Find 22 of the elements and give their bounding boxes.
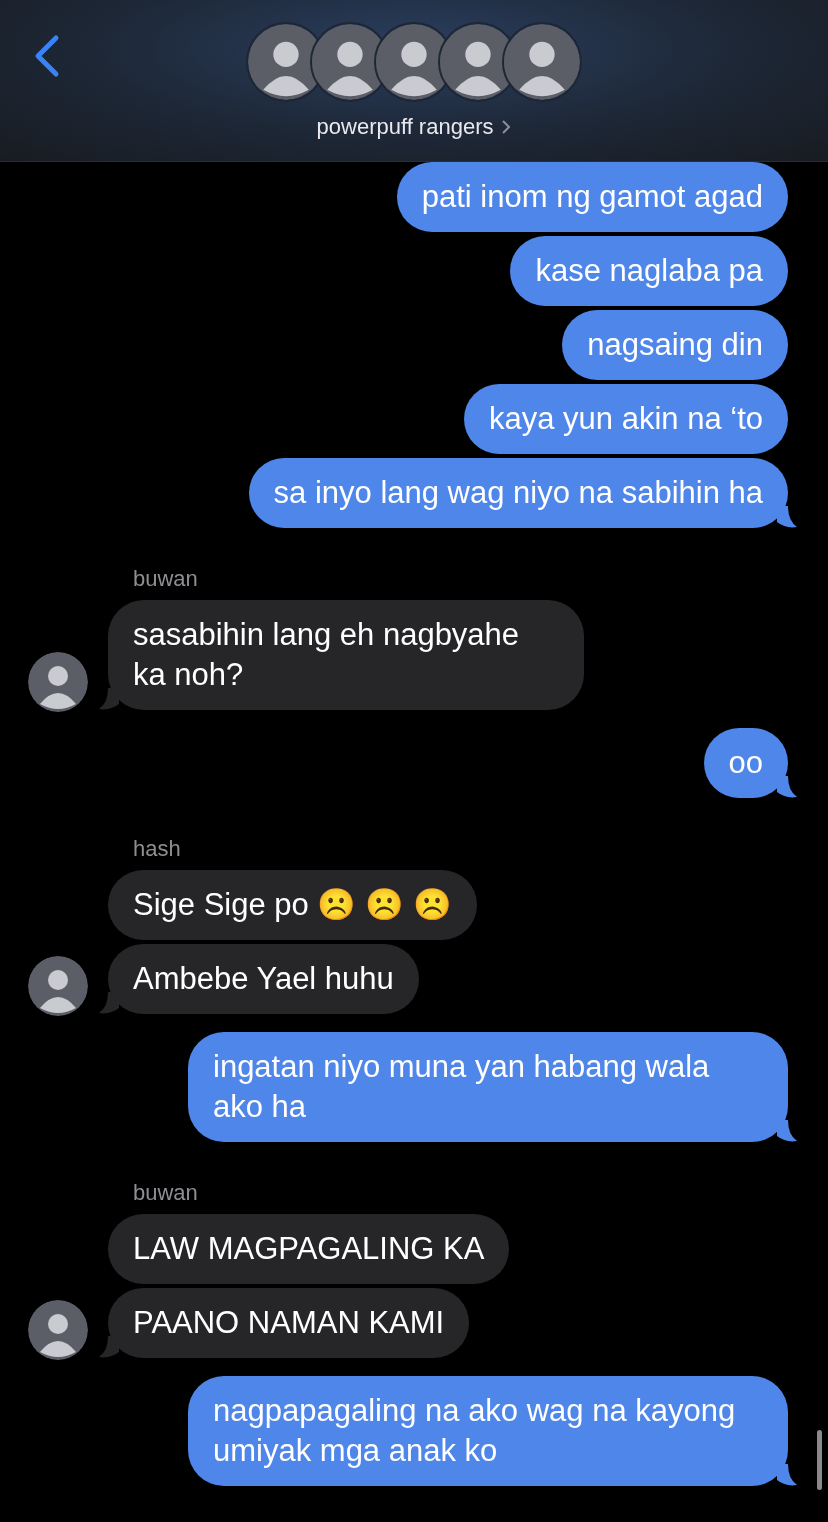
message-bubble: ingatan niyo muna yan habang wala ako ha bbox=[188, 1032, 788, 1142]
message-bubble: Ambebe Yael huhu bbox=[108, 944, 419, 1014]
sender-name: hash bbox=[133, 838, 182, 860]
avatar bbox=[28, 1300, 88, 1360]
scrollbar bbox=[817, 1430, 822, 1490]
message-bubble: LAW MAGPAGALING KA bbox=[108, 1214, 510, 1284]
message-bubble: kase naglaba pa bbox=[510, 236, 788, 306]
chevron-right-icon bbox=[501, 118, 512, 135]
sender-name: buwan bbox=[133, 568, 199, 590]
message-bubble: Sige Sige po ☹ ☹ ☹ bbox=[108, 870, 477, 940]
group-name[interactable]: powerpuff rangers bbox=[316, 110, 494, 143]
message-bubble: oo bbox=[703, 728, 788, 798]
message-bubble: pati inom ng gamot agad bbox=[396, 162, 788, 232]
message-bubble: sa inyo lang wag niyo na sabihin ha bbox=[248, 458, 788, 528]
message-bubble: PAANO NAMAN KAMI bbox=[108, 1288, 470, 1358]
avatar bbox=[28, 956, 88, 1016]
message-bubble: sasabihin lang eh nagbyahe ka noh? bbox=[108, 600, 584, 710]
sender-name: buwan bbox=[133, 1182, 199, 1204]
message-bubble: nagsaing din bbox=[562, 310, 788, 380]
message-bubble: nagpapagaling na ako wag na kayong umiyak mga anak ko bbox=[188, 1376, 788, 1486]
avatar bbox=[28, 652, 88, 712]
message-bubble: kaya yun akin na ‘to bbox=[464, 384, 788, 454]
